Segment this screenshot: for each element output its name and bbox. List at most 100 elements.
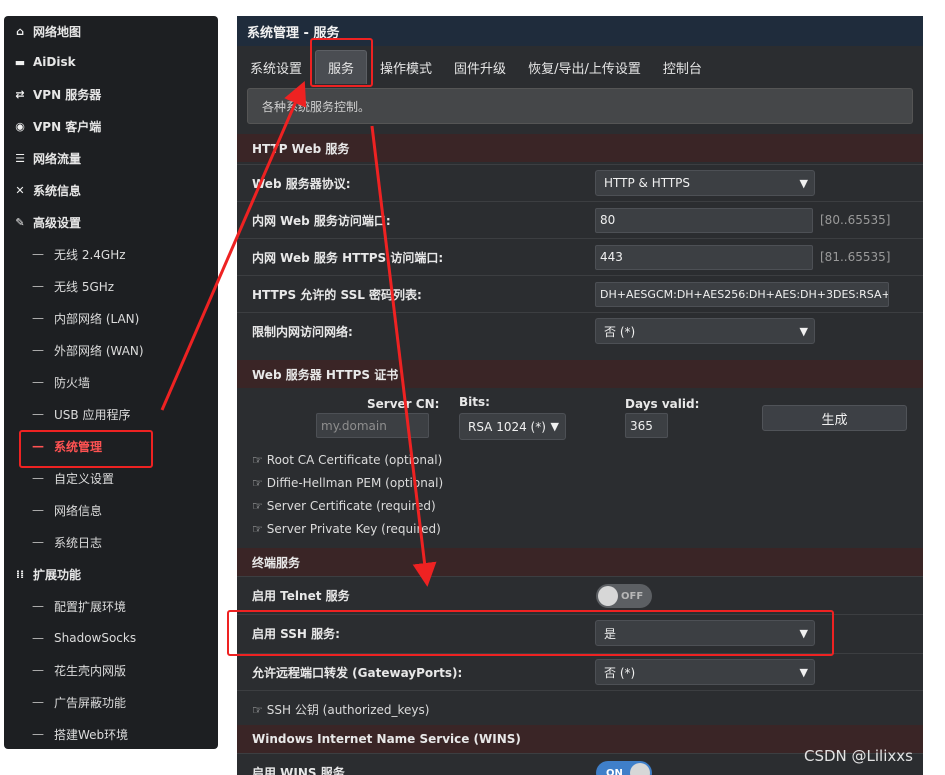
restrict-lan-label: 限制内网访问网络: <box>252 324 353 339</box>
link-label: Root CA Certificate (optional) <box>266 453 443 467</box>
toggle-state: ON <box>606 767 623 775</box>
sidebar-sub-wan[interactable]: — 外部网络 (WAN) <box>4 334 218 366</box>
sidebar-sub-syslog[interactable]: — 系统日志 <box>4 526 218 558</box>
globe-icon: ◉ <box>15 119 25 133</box>
dash: — <box>32 311 44 325</box>
sidebar-sub-adblock[interactable]: — 广告屏蔽功能 <box>4 686 218 718</box>
sidebar-item-extensions[interactable]: ⁞⁞ 扩展功能 <box>4 558 218 590</box>
sidebar-sub-usb[interactable]: — USB 应用程序 <box>4 398 218 430</box>
web-protocol-select[interactable]: HTTP & HTTPS ▼ <box>595 170 815 196</box>
row-restrict-lan: 限制内网访问网络: 否 (*) ▼ <box>237 312 923 349</box>
sidebar-sub-shadowsocks[interactable]: — ShadowSocks <box>4 622 218 654</box>
https-port-input[interactable]: 443 <box>595 244 813 270</box>
ssl-ciphers-input[interactable]: DH+AESGCM:DH+AES256:DH+AES:DH+3DES:RSA+ <box>595 281 889 307</box>
wins-toggle[interactable]: ON <box>596 761 652 775</box>
wrench-icon: ✎ <box>15 215 25 229</box>
dash: — <box>32 471 44 485</box>
sidebar-item-label: 系统信息 <box>33 183 82 198</box>
toggle-state: OFF <box>621 590 644 602</box>
sidebar-sub-lan[interactable]: — 内部网络 (LAN) <box>4 302 218 334</box>
dash: — <box>32 663 44 677</box>
gateway-ports-label: 允许远程端口转发 (GatewayPorts): <box>252 665 463 680</box>
wins-label: 启用 WINS 服务 <box>252 765 345 775</box>
tab-system-settings[interactable]: 系统设置 <box>241 50 311 84</box>
dh-pem-link[interactable]: ☞ Diffie-Hellman PEM (optional) <box>252 476 443 490</box>
sidebar-item-vpn-client[interactable]: ◉ VPN 客户端 <box>4 110 218 142</box>
watermark: CSDN @Lilixxs <box>804 747 913 765</box>
row-http-port: 内网 Web 服务访问端口: 80 [80..65535] <box>237 201 923 238</box>
sidebar-item-network-map[interactable]: ⌂ 网络地图 <box>4 16 218 46</box>
sidebar-item-advanced[interactable]: ✎ 高级设置 <box>4 206 218 238</box>
bits-select[interactable]: RSA 1024 (*) ▼ <box>459 413 566 440</box>
chevron-down-icon: ▼ <box>550 420 559 433</box>
telnet-toggle[interactable]: OFF <box>596 584 652 608</box>
grid-icon: ⁞⁞ <box>15 567 25 581</box>
sidebar-item-system-info[interactable]: ✕ 系统信息 <box>4 174 218 206</box>
dash: — <box>32 727 44 741</box>
disk-icon: ▬ <box>14 55 26 69</box>
sidebar-sub-network-info[interactable]: — 网络信息 <box>4 494 218 526</box>
tab-firmware[interactable]: 固件升级 <box>445 50 515 84</box>
dash: — <box>32 535 44 549</box>
chevron-down-icon: ▼ <box>799 666 808 679</box>
sidebar-sub-label: 无线 2.4GHz <box>54 247 126 262</box>
link-label: Server Private Key (required) <box>266 522 441 536</box>
sidebar-item-vpn-server[interactable]: ⇄ VPN 服务器 <box>4 78 218 110</box>
https-port-label: 内网 Web 服务 HTTPS 访问端口: <box>252 250 444 265</box>
dash: — <box>32 407 44 421</box>
chevron-down-icon: ▼ <box>799 177 808 190</box>
link-label: SSH 公钥 (authorized_keys) <box>266 703 430 717</box>
server-cert-link[interactable]: ☞ Server Certificate (required) <box>252 499 436 513</box>
sidebar-sub-label: 系统日志 <box>54 535 103 550</box>
row-ssh-keys: ☞ SSH 公钥 (authorized_keys) <box>237 690 923 727</box>
server-key-link[interactable]: ☞ Server Private Key (required) <box>252 522 441 536</box>
swap-icon: ⇄ <box>15 87 25 101</box>
tab-console[interactable]: 控制台 <box>654 50 711 84</box>
tab-operation-mode[interactable]: 操作模式 <box>371 50 441 84</box>
sidebar-sub-label: 自定义设置 <box>54 471 115 486</box>
days-valid-label: Days valid: <box>625 397 700 411</box>
server-cn-input[interactable]: my.domain <box>316 413 429 438</box>
tab-restore[interactable]: 恢复/导出/上传设置 <box>519 50 650 84</box>
sidebar-item-label: VPN 服务器 <box>33 87 102 102</box>
days-valid-input[interactable]: 365 <box>625 413 668 438</box>
dash: — <box>32 279 44 293</box>
ssh-keys-link[interactable]: ☞ SSH 公钥 (authorized_keys) <box>252 701 429 718</box>
sidebar-sub-web-env[interactable]: — 搭建Web环境 <box>4 718 218 750</box>
sidebar-sub-label: 防火墙 <box>54 375 91 390</box>
bits-label: Bits: <box>459 395 490 409</box>
dash: — <box>32 599 44 613</box>
root-ca-link[interactable]: ☞ Root CA Certificate (optional) <box>252 453 442 467</box>
telnet-label: 启用 Telnet 服务 <box>252 588 350 603</box>
dash: — <box>32 631 44 645</box>
sidebar-sub-wireless-5[interactable]: — 无线 5GHz <box>4 270 218 302</box>
sidebar-sub-label: 广告屏蔽功能 <box>54 695 127 710</box>
sidebar-item-traffic[interactable]: ☰ 网络流量 <box>4 142 218 174</box>
sidebar-sub-ext-env[interactable]: — 配置扩展环境 <box>4 590 218 622</box>
list-icon: ☰ <box>15 151 25 165</box>
sidebar-sub-firewall[interactable]: — 防火墙 <box>4 366 218 398</box>
row-gateway-ports: 允许远程端口转发 (GatewayPorts): 否 (*) ▼ <box>237 653 923 690</box>
http-port-input[interactable]: 80 <box>595 207 813 233</box>
section-http: HTTP Web 服务 <box>237 134 923 162</box>
sidebar-sub-label: 网络信息 <box>54 503 103 518</box>
shuffle-icon: ✕ <box>15 183 25 197</box>
http-port-label: 内网 Web 服务访问端口: <box>252 213 391 228</box>
dash: — <box>32 503 44 517</box>
sidebar-sub-label: 配置扩展环境 <box>54 599 127 614</box>
generate-button[interactable]: 生成 <box>762 405 907 431</box>
select-value: RSA 1024 (*) <box>468 419 546 434</box>
annotation-box-ssh <box>227 610 834 656</box>
sidebar-sub-label: USB 应用程序 <box>54 407 131 422</box>
gateway-ports-select[interactable]: 否 (*) ▼ <box>595 659 815 685</box>
sidebar-sub-oray[interactable]: — 花生壳内网版 <box>4 654 218 686</box>
sidebar-item-aidisk[interactable]: ▬ AiDisk <box>4 46 218 78</box>
sidebar-item-label: 扩展功能 <box>33 567 82 582</box>
restrict-lan-select[interactable]: 否 (*) ▼ <box>595 318 815 344</box>
server-cn-label: Server CN: <box>367 397 440 411</box>
sidebar-sub-label: ShadowSocks <box>54 631 137 645</box>
sidebar-sub-label: 搭建Web环境 <box>54 727 129 742</box>
section-terminal: 终端服务 <box>237 548 923 576</box>
link-label: Server Certificate (required) <box>266 499 436 513</box>
sidebar-sub-wireless-24[interactable]: — 无线 2.4GHz <box>4 238 218 270</box>
